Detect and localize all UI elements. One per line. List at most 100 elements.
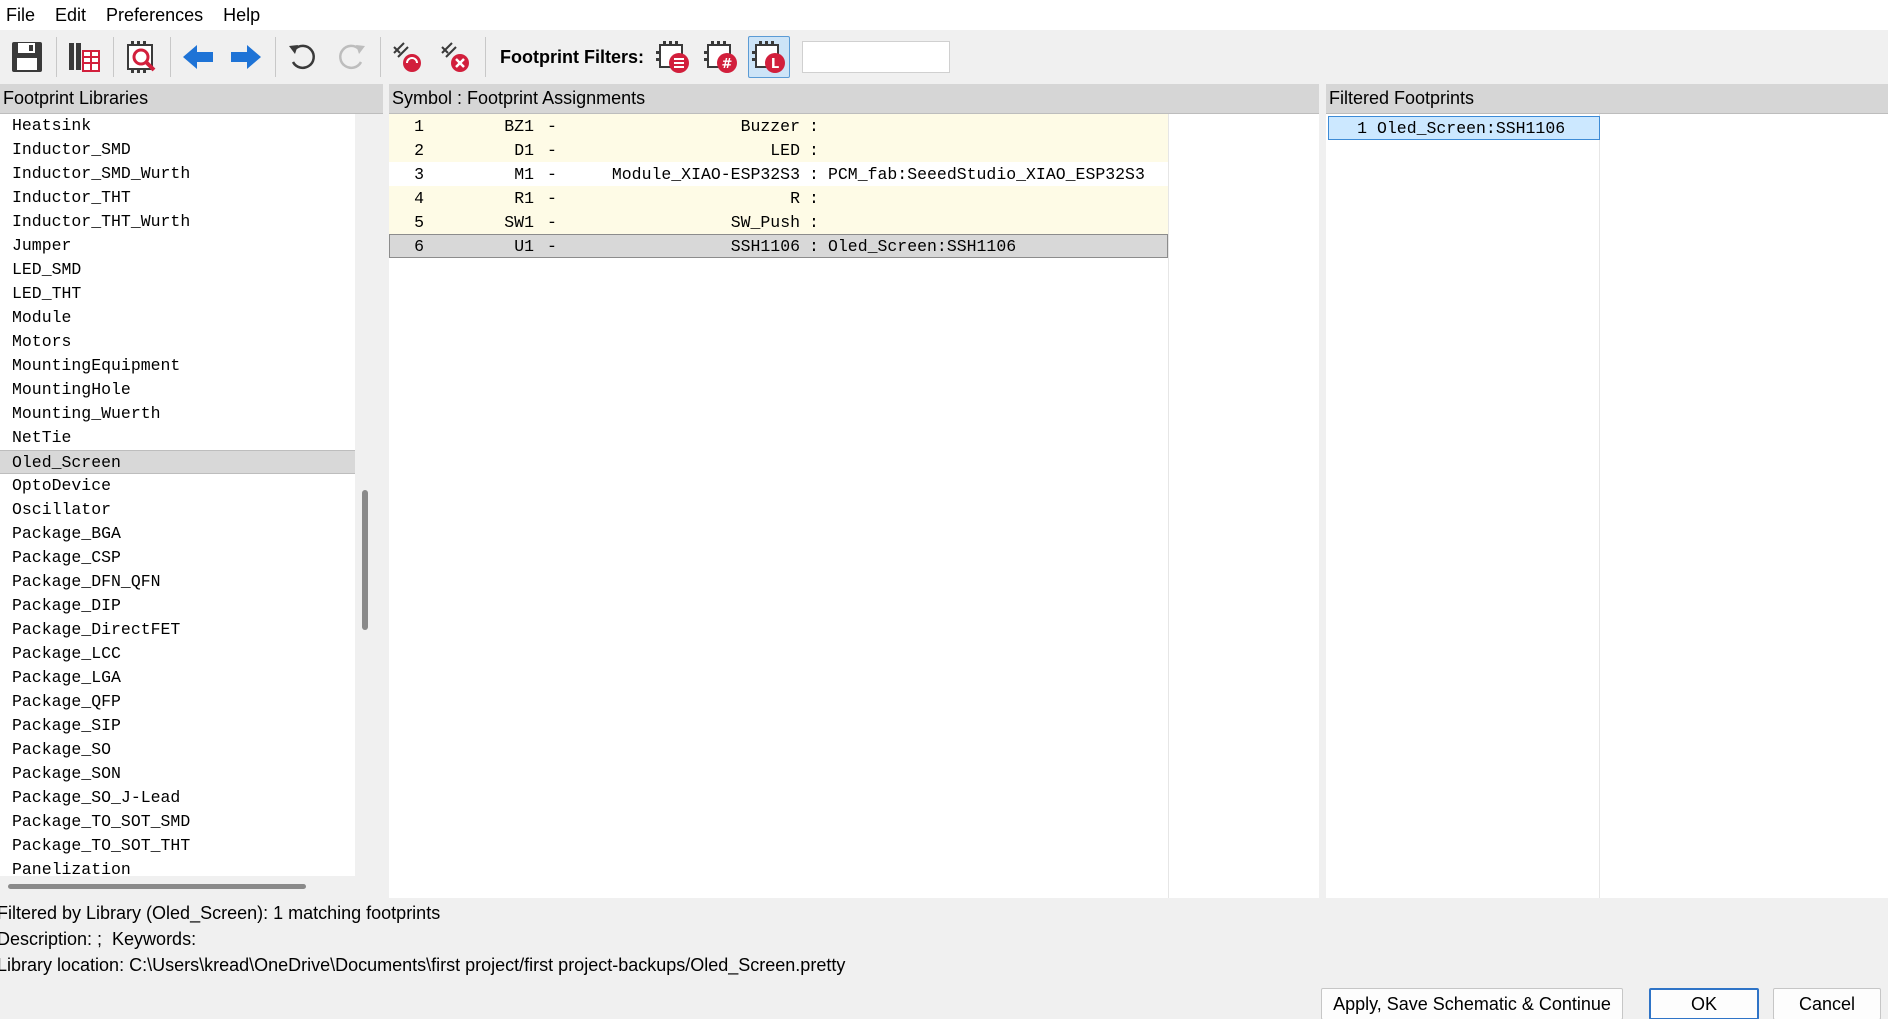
assignment-dash-cell: -: [547, 141, 557, 160]
library-item[interactable]: Oscillator: [0, 498, 355, 522]
library-item[interactable]: NetTie: [0, 426, 355, 450]
library-item[interactable]: Mounting_Wuerth: [0, 402, 355, 426]
libraries-vertical-scroll-thumb[interactable]: [362, 490, 368, 630]
library-item[interactable]: LED_SMD: [0, 258, 355, 282]
library-item[interactable]: LED_THT: [0, 282, 355, 306]
toolbar-separator: [380, 37, 381, 77]
assignment-dash-cell: -: [547, 213, 557, 232]
library-item[interactable]: Package_SON: [0, 762, 355, 786]
undo-button[interactable]: [282, 36, 324, 78]
library-item[interactable]: Oled_Screen: [0, 450, 355, 474]
library-item[interactable]: Inductor_SMD_Wurth: [0, 162, 355, 186]
library-item[interactable]: Heatsink: [0, 114, 355, 138]
apply-save-continue-button[interactable]: Apply, Save Schematic & Continue: [1321, 988, 1623, 1019]
library-item[interactable]: Package_SO_J-Lead: [0, 786, 355, 810]
footprint-libraries-list[interactable]: Heatsink Inductor_SMD Inductor_SMD_Wurth In…: [0, 114, 355, 876]
view-footprint-button[interactable]: [120, 36, 162, 78]
assignment-num-cell: 1: [414, 117, 424, 136]
arrow-left-icon: [183, 45, 213, 69]
assignment-footprint-cell: PCM_fab:SeeedStudio_XIAO_ESP32S3: [828, 165, 1145, 184]
next-unassigned-button[interactable]: [225, 36, 267, 78]
ok-button[interactable]: OK: [1649, 988, 1759, 1019]
redo-icon: [339, 44, 365, 70]
assignment-sep-cell: :: [809, 141, 819, 160]
menu-help[interactable]: Help: [217, 5, 266, 26]
assignment-row[interactable]: 5 SW1- SW_Push:: [389, 210, 1168, 234]
assignments-header: Symbol : Footprint Assignments: [389, 84, 1319, 114]
library-item[interactable]: Inductor_SMD: [0, 138, 355, 162]
library-item[interactable]: Package_LCC: [0, 642, 355, 666]
library-item[interactable]: Panelization: [0, 858, 355, 876]
libraries-horizontal-scroll-thumb[interactable]: [8, 884, 306, 889]
assignment-row[interactable]: 6 U1- SSH1106: Oled_Screen:SSH1106: [389, 234, 1168, 258]
library-item[interactable]: Motors: [0, 330, 355, 354]
svg-text:#: #: [722, 57, 733, 72]
library-item[interactable]: Inductor_THT: [0, 186, 355, 210]
assignment-value-cell: Module_XIAO-ESP32S3: [611, 165, 800, 184]
library-item[interactable]: Package_TO_SOT_THT: [0, 834, 355, 858]
library-item[interactable]: Package_CSP: [0, 546, 355, 570]
library-item[interactable]: Package_DirectFET: [0, 618, 355, 642]
library-item[interactable]: Module: [0, 306, 355, 330]
assignment-value-cell: R: [790, 189, 800, 208]
save-button[interactable]: [6, 36, 48, 78]
assignment-row[interactable]: 1 BZ1- Buzzer:: [389, 114, 1168, 138]
assignments-column: 1 BZ1- Buzzer:2 D1- LED:3 M1- Module_XIAO-ESP3…: [389, 114, 1169, 898]
library-item[interactable]: Package_TO_SOT_SMD: [0, 810, 355, 834]
toolbar-separator: [113, 37, 114, 77]
library-item[interactable]: OptoDevice: [0, 474, 355, 498]
undo-icon: [289, 44, 315, 70]
assignment-ref-cell: D1: [514, 141, 534, 160]
library-item[interactable]: Inductor_THT_Wurth: [0, 210, 355, 234]
footprint-filter-search-input[interactable]: [801, 41, 950, 73]
previous-unassigned-button[interactable]: [177, 36, 219, 78]
filtered-footprint-item[interactable]: 1 Oled_Screen:SSH1106: [1328, 116, 1600, 140]
filter-by-keywords-button[interactable]: [652, 36, 694, 78]
filter-by-library-button[interactable]: L: [747, 36, 790, 78]
auto-associate-button[interactable]: [387, 36, 429, 78]
assignment-ref-cell: SW1: [504, 213, 534, 232]
filter-status-text: Filtered by Library (Oled_Screen): 1 mat…: [0, 903, 441, 923]
assignment-ref-cell: R1: [514, 189, 534, 208]
menu-edit[interactable]: Edit: [49, 5, 92, 26]
assignment-row[interactable]: 2 D1- LED:: [389, 138, 1168, 162]
cancel-button[interactable]: Cancel: [1773, 988, 1881, 1019]
library-item[interactable]: Package_LGA: [0, 666, 355, 690]
panel-splitter[interactable]: [1319, 84, 1325, 898]
footprint-viewer-icon: [127, 41, 156, 73]
assignment-row[interactable]: 4 R1- R:: [389, 186, 1168, 210]
library-item[interactable]: Package_DFN_QFN: [0, 570, 355, 594]
library-item[interactable]: Package_DIP: [0, 594, 355, 618]
filtered-footprints-list[interactable]: 1 Oled_Screen:SSH1106: [1326, 114, 1888, 898]
assignments-table[interactable]: 1 BZ1- Buzzer:2 D1- LED:3 M1- Module_XIAO-ESP3…: [389, 114, 1319, 898]
assignment-footprint-cell: [828, 139, 1167, 161]
filtered-footprints-column: 1 Oled_Screen:SSH1106: [1326, 114, 1600, 898]
library-item[interactable]: MountingHole: [0, 378, 355, 402]
assignment-footprint-cell: [828, 187, 1167, 209]
delete-associations-button[interactable]: [435, 36, 477, 78]
menu-preferences[interactable]: Preferences: [100, 5, 209, 26]
library-item[interactable]: Jumper: [0, 234, 355, 258]
library-item[interactable]: MountingEquipment: [0, 354, 355, 378]
toolbar-separator: [170, 37, 171, 77]
library-item[interactable]: Package_BGA: [0, 522, 355, 546]
assignment-sep-cell: :: [809, 165, 819, 184]
svg-text:L: L: [771, 57, 779, 72]
assignment-row[interactable]: 3 M1- Module_XIAO-ESP32S3: PCM_fab:SeeedStu…: [389, 162, 1168, 186]
libraries-vertical-scrollbar[interactable]: [355, 114, 383, 876]
library-item[interactable]: Package_QFP: [0, 690, 355, 714]
menu-file[interactable]: File: [0, 5, 41, 26]
redo-button[interactable]: [330, 36, 372, 78]
menu-bar: File Edit Preferences Help: [0, 0, 1888, 30]
library-item[interactable]: Package_SIP: [0, 714, 355, 738]
auto-associate-icon: [393, 42, 421, 72]
assignment-dash-cell: -: [547, 237, 557, 256]
assignment-sep-cell: :: [809, 213, 819, 232]
library-manager-button[interactable]: [63, 36, 105, 78]
library-location-text: Library location: C:\Users\kread\OneDriv…: [0, 955, 846, 975]
assignment-dash-cell: -: [547, 165, 557, 184]
filter-by-pin-count-button[interactable]: #: [700, 36, 742, 78]
filtered-footprint-name: Oled_Screen:SSH1106: [1377, 119, 1566, 138]
library-item[interactable]: Package_SO: [0, 738, 355, 762]
save-icon: [12, 42, 42, 72]
